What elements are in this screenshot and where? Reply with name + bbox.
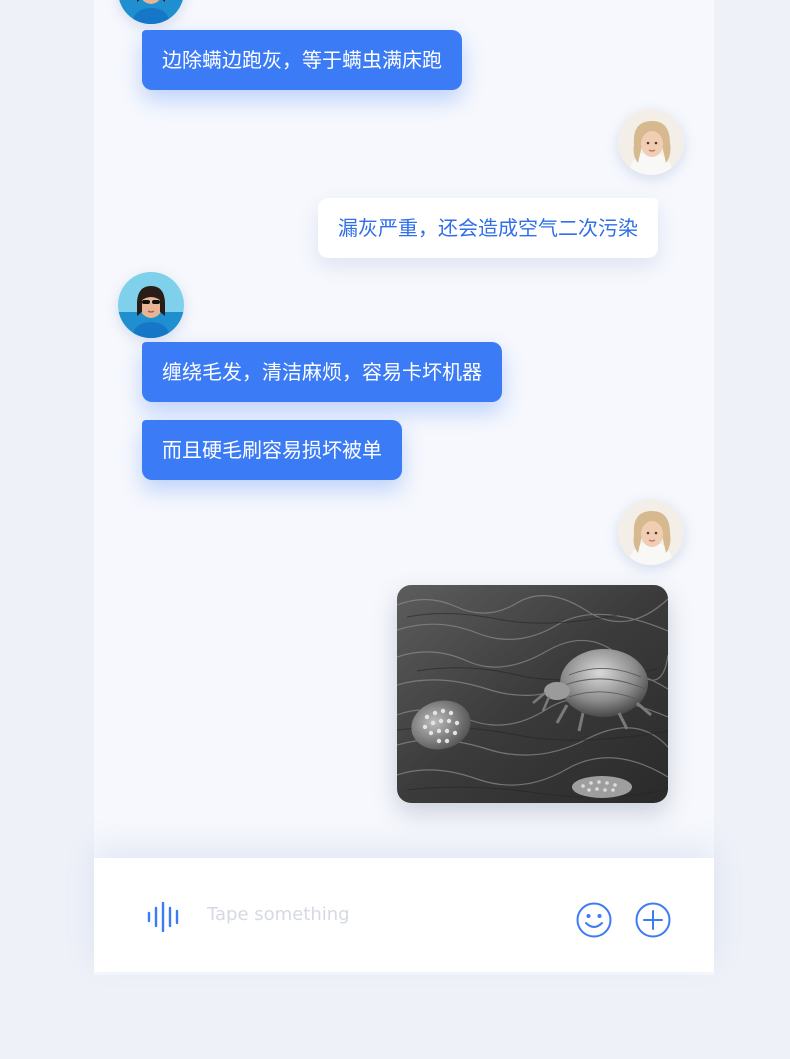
message-input[interactable]: Tape something	[207, 904, 350, 925]
chat-screen: 边除螨边跑灰，等于螨虫满床跑 漏灰严重，还会造成空气二次污染 缠绕毛发，清洁麻烦…	[94, 0, 714, 975]
avatar-image	[118, 272, 184, 338]
message-bubble-incoming[interactable]: 边除螨边跑灰，等于螨虫满床跑	[142, 30, 462, 90]
dust-mite-image-message[interactable]	[397, 585, 668, 803]
emoji-icon[interactable]	[575, 901, 613, 939]
avatar-image	[618, 499, 684, 565]
my-avatar[interactable]	[618, 109, 684, 175]
message-input-bar: Tape something	[94, 858, 714, 972]
friend-avatar[interactable]	[118, 0, 184, 24]
plus-icon[interactable]	[634, 901, 672, 939]
avatar-image	[118, 0, 184, 24]
message-bubble-incoming[interactable]: 缠绕毛发，清洁麻烦，容易卡坏机器	[142, 342, 502, 402]
message-bubble-outgoing[interactable]: 漏灰严重，还会造成空气二次污染	[318, 198, 658, 258]
avatar-image	[618, 109, 684, 175]
voice-wave-icon[interactable]	[146, 902, 184, 932]
message-bubble-incoming[interactable]: 而且硬毛刷容易损坏被单	[142, 420, 402, 480]
friend-avatar[interactable]	[118, 272, 184, 338]
my-avatar[interactable]	[618, 499, 684, 565]
dust-mite-micrograph	[397, 585, 668, 803]
